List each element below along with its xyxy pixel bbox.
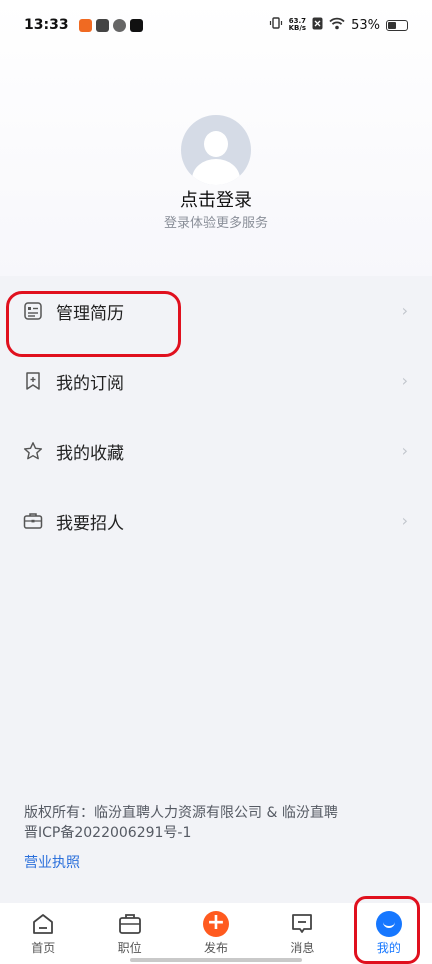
tiktok-icon xyxy=(129,18,143,32)
icp-text: 晋ICP备2022006291号-1 xyxy=(24,825,192,841)
tab-messages[interactable]: 消息 xyxy=(259,903,345,964)
network-speed-unit: KB/s xyxy=(288,24,307,32)
menu-item-label: 我的订阅 xyxy=(56,373,124,394)
status-bar: 13:33 63.7 KB/s 53% xyxy=(0,0,432,50)
login-title[interactable]: 点击登录 xyxy=(0,186,432,212)
notification-app-icon xyxy=(95,18,109,32)
avatar-head xyxy=(204,131,228,157)
tab-label: 发布 xyxy=(204,941,229,955)
tab-jobs[interactable]: 职位 xyxy=(86,903,172,964)
highlight-annotation-me-tab xyxy=(354,896,420,964)
home-indicator[interactable] xyxy=(130,958,302,962)
battery-percent: 53% xyxy=(351,17,380,33)
star-icon xyxy=(22,440,44,462)
tab-publish[interactable]: + 发布 xyxy=(173,903,259,964)
tab-home[interactable]: 首页 xyxy=(0,903,86,964)
message-icon xyxy=(289,911,315,937)
notification-app-icon xyxy=(112,18,126,32)
home-icon xyxy=(30,911,56,937)
publish-plus: + xyxy=(203,911,230,937)
bookmark-plus-icon xyxy=(22,370,44,392)
menu-item-hiring[interactable]: 我要招人 › xyxy=(0,486,432,556)
avatar-body xyxy=(192,159,240,185)
highlight-annotation-resume xyxy=(6,291,181,357)
login-subtitle: 登录体验更多服务 xyxy=(163,216,268,231)
wifi-icon xyxy=(329,17,345,34)
menu-item-label: 我的收藏 xyxy=(56,443,124,464)
tab-label: 首页 xyxy=(31,941,56,955)
menu-item-label: 我要招人 xyxy=(56,513,124,534)
tab-label: 职位 xyxy=(117,941,142,955)
notification-app-icon xyxy=(78,18,92,32)
chevron-right-icon: › xyxy=(401,301,408,320)
footer-copyright: 版权所有：临汾直聘人力资源有限公司 & 临汾直聘 晋ICP备2022006291… xyxy=(24,803,414,843)
chevron-right-icon: › xyxy=(401,441,408,460)
plus-circle-icon: + xyxy=(203,911,230,937)
avatar[interactable] xyxy=(181,115,251,185)
battery-icon xyxy=(386,19,408,31)
chevron-right-icon: › xyxy=(401,511,408,530)
status-indicators: 63.7 KB/s 53% xyxy=(269,16,408,34)
sim-off-icon xyxy=(312,17,323,34)
tab-label: 消息 xyxy=(290,941,315,955)
menu-item-favorites[interactable]: 我的收藏 › xyxy=(0,416,432,486)
status-time: 13:33 xyxy=(24,17,69,33)
vibrate-icon xyxy=(269,16,283,34)
briefcase-icon xyxy=(117,911,143,937)
copyright-text: 版权所有：临汾直聘人力资源有限公司 & 临汾直聘 xyxy=(24,805,338,821)
chevron-right-icon: › xyxy=(401,371,408,390)
briefcase-icon xyxy=(22,510,44,532)
business-license-link[interactable]: 营业执照 xyxy=(24,852,80,872)
network-speed: 63.7 KB/s xyxy=(289,18,306,32)
